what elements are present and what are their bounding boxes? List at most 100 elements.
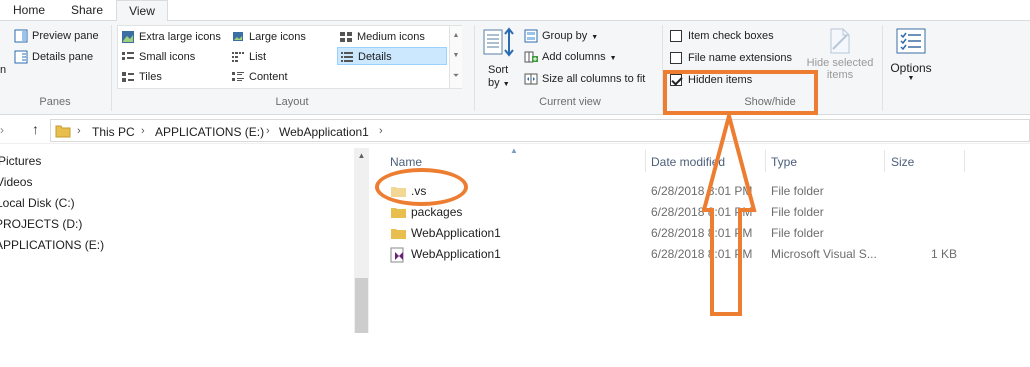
preview-pane-button[interactable]: Preview pane xyxy=(14,27,99,45)
column-divider[interactable] xyxy=(645,150,646,172)
group-by-button[interactable]: Group by ▼ xyxy=(524,27,598,45)
nav-item-pictures[interactable]: Pictures xyxy=(0,151,41,171)
tab-home[interactable]: Home xyxy=(0,0,58,21)
nav-pane-scrollbar[interactable]: ▲ xyxy=(354,148,369,333)
scroll-up-icon[interactable]: ▲ xyxy=(354,148,369,164)
size-columns-icon xyxy=(524,73,538,85)
layout-medium-icons[interactable]: Medium icons xyxy=(339,28,425,46)
extra-large-icons-icon xyxy=(122,31,134,44)
file-name-extensions-label: File name extensions xyxy=(688,52,792,65)
nav-item-applications-e[interactable]: APPLICATIONS (E:) xyxy=(0,235,104,255)
file-row[interactable]: .vs 6/28/2018 8:01 PM File folder xyxy=(385,183,975,203)
group-divider xyxy=(111,25,112,111)
breadcrumb-this-pc[interactable]: This PC xyxy=(92,125,135,139)
breadcrumb-applications-drive[interactable]: APPLICATIONS (E:) xyxy=(155,125,264,139)
add-columns-button[interactable]: Add columns ▼ xyxy=(524,48,617,66)
highlight-rectangle xyxy=(663,70,818,115)
file-name: WebApplication1 xyxy=(411,226,501,240)
item-check-boxes-checkbox[interactable] xyxy=(670,30,682,43)
gallery-up-icon[interactable]: ▲ xyxy=(450,26,462,46)
options-button[interactable]: Options ▼ xyxy=(886,27,936,93)
sort-by-button[interactable]: Sort by ▼ xyxy=(482,27,516,93)
medium-icons-label: Medium icons xyxy=(357,31,425,44)
layout-large-icons[interactable]: Large icons xyxy=(231,28,306,46)
sort-indicator-icon: ▲ xyxy=(510,146,518,155)
layout-content[interactable]: Content xyxy=(231,68,288,86)
hide-selected-items-label-1: Hide selected xyxy=(806,57,874,69)
breadcrumb-separator-icon[interactable]: › xyxy=(266,125,270,137)
add-columns-label: Add columns xyxy=(542,51,606,64)
size-all-columns-button[interactable]: Size all columns to fit xyxy=(524,70,645,88)
highlight-arrow-icon xyxy=(701,112,757,316)
small-icons-icon xyxy=(122,52,134,61)
scroll-thumb[interactable] xyxy=(355,278,368,333)
file-name-extensions-checkbox[interactable] xyxy=(670,52,682,65)
file-type: File folder xyxy=(771,205,824,219)
gallery-more-icon[interactable]: ⏷ xyxy=(450,66,462,86)
folder-icon xyxy=(55,125,71,138)
file-row[interactable]: WebApplication1 6/28/2018 8:01 PM Micros… xyxy=(385,246,975,266)
column-header-size[interactable]: Size xyxy=(891,155,914,169)
add-columns-dropdown-icon: ▼ xyxy=(609,55,617,62)
file-row[interactable]: WebApplication1 6/28/2018 8:01 PM File f… xyxy=(385,225,975,245)
group-by-label: Group by xyxy=(542,30,588,43)
layout-tiles[interactable]: Tiles xyxy=(121,68,162,86)
layout-extra-large-icons[interactable]: Extra large icons xyxy=(121,28,221,46)
item-check-boxes-toggle[interactable]: Item check boxes xyxy=(670,27,774,45)
large-icons-icon xyxy=(233,32,243,42)
file-type: File folder xyxy=(771,184,824,198)
ribbon-tab-bar: Home Share View xyxy=(0,0,1030,22)
details-pane-label: Details pane xyxy=(32,51,94,64)
tab-share[interactable]: Share xyxy=(58,0,116,21)
layout-list[interactable]: List xyxy=(231,48,266,66)
breadcrumb-webapplication1[interactable]: WebApplication1 xyxy=(279,125,369,139)
forward-chevron-icon[interactable]: › xyxy=(0,123,4,137)
tiles-icon xyxy=(122,72,134,83)
small-icons-label: Small icons xyxy=(139,51,196,64)
sort-dropdown-icon: ▼ xyxy=(502,81,510,88)
nav-item-videos[interactable]: Videos xyxy=(0,172,32,192)
breadcrumb-separator-icon[interactable]: › xyxy=(141,125,145,137)
up-arrow-icon[interactable]: ↑ xyxy=(32,121,39,137)
column-divider[interactable] xyxy=(765,150,766,172)
sort-sub-label: by xyxy=(488,77,500,89)
content-label: Content xyxy=(249,71,288,84)
group-by-icon xyxy=(524,29,538,43)
breadcrumb-separator-icon[interactable]: › xyxy=(379,125,383,137)
file-name-extensions-toggle[interactable]: File name extensions xyxy=(670,49,792,67)
sort-label: Sort xyxy=(488,64,509,76)
details-view-icon xyxy=(341,52,353,63)
preview-pane-label: Preview pane xyxy=(32,30,99,43)
column-header-name[interactable]: Name xyxy=(390,155,422,169)
highlight-ellipse xyxy=(375,168,468,206)
item-check-boxes-label: Item check boxes xyxy=(688,30,774,43)
tab-view[interactable]: View xyxy=(116,0,168,22)
file-name: WebApplication1 xyxy=(411,247,501,261)
tiles-label: Tiles xyxy=(139,71,162,84)
folder-icon xyxy=(391,208,406,218)
details-pane-button[interactable]: Details pane xyxy=(14,48,93,66)
sort-by-icon xyxy=(483,27,514,57)
group-by-dropdown-icon: ▼ xyxy=(591,34,599,41)
file-name: packages xyxy=(411,205,463,219)
size-all-columns-label: Size all columns to fit xyxy=(542,73,646,86)
address-box[interactable]: › This PC › APPLICATIONS (E:) › WebAppli… xyxy=(50,119,1030,142)
nav-item-local-disk-c[interactable]: Local Disk (C:) xyxy=(0,193,75,213)
medium-icons-icon xyxy=(340,32,352,43)
navigation-pane-button[interactable]: n xyxy=(0,61,6,79)
layout-gallery-scroll[interactable]: ▲ ▼ ⏷ xyxy=(449,26,462,88)
column-divider[interactable] xyxy=(884,150,885,172)
layout-small-icons[interactable]: Small icons xyxy=(121,48,195,66)
column-header-type[interactable]: Type xyxy=(771,155,797,169)
details-label: Details xyxy=(358,51,392,64)
column-divider[interactable] xyxy=(964,150,965,172)
gallery-down-icon[interactable]: ▼ xyxy=(450,46,462,66)
file-row[interactable]: packages 6/28/2018 8:01 PM File folder xyxy=(385,204,975,224)
options-dropdown-icon: ▼ xyxy=(907,75,915,82)
nav-item-projects-d[interactable]: PROJECTS (D:) xyxy=(0,214,82,234)
layout-details[interactable]: Details xyxy=(337,47,447,65)
content-view-icon xyxy=(232,72,244,82)
breadcrumb-separator-icon[interactable]: › xyxy=(77,125,81,137)
folder-icon xyxy=(391,229,406,239)
panes-group-label: Panes xyxy=(39,96,71,108)
